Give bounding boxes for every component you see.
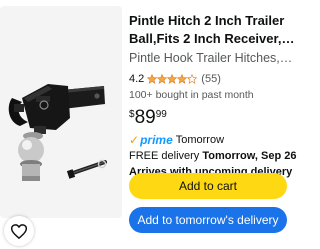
prime-logo: prime: [140, 133, 173, 147]
delivery-info: FREE delivery Tomorrow, Sep 26: [129, 149, 297, 164]
add-to-cart-button[interactable]: Add to cart: [129, 173, 287, 199]
star-icon: [177, 74, 188, 84]
heart-icon: [11, 223, 27, 239]
price-fraction: 99: [155, 109, 167, 120]
product-image: [8, 84, 107, 181]
rating-stars: [147, 74, 198, 84]
prime-check-icon: ✓: [129, 133, 140, 147]
product-image-panel[interactable]: [0, 6, 122, 218]
star-icon: [187, 74, 198, 84]
product-info: Pintle Hitch 2 Inch Trailer Ball,Fits 2 …: [129, 12, 297, 180]
price: $ 89 99: [129, 107, 295, 129]
bought-in-past-month: 100+ bought in past month: [129, 89, 254, 101]
prime-delivery-day: Tomorrow: [175, 134, 225, 146]
product-title-line-2[interactable]: Ball,Fits 2 Inch Receiver, Tow...: [129, 30, 295, 48]
price-whole: 89: [134, 107, 156, 128]
star-icon: [157, 74, 168, 84]
product-title[interactable]: Pintle Hitch 2 Inch Trailer Ball,Fits 2 …: [129, 12, 295, 48]
rating-value: 4.2: [129, 73, 145, 85]
star-icon: [167, 74, 178, 84]
add-to-wishlist-button[interactable]: [4, 216, 34, 246]
star-icon: [147, 74, 158, 84]
product-subtitle[interactable]: Pintle Hook Trailer Hitches, B...: [129, 49, 295, 67]
product-card[interactable]: Pintle Hitch 2 Inch Trailer Ball,Fits 2 …: [0, 0, 299, 249]
rating-row[interactable]: 4.2 (55): [129, 72, 295, 86]
delivery-prefix: FREE delivery: [129, 150, 203, 162]
add-to-tomorrows-delivery-button[interactable]: Add to tomorrow's delivery: [129, 207, 287, 233]
product-title-line-1[interactable]: Pintle Hitch 2 Inch Trailer: [129, 12, 295, 30]
rating-count[interactable]: (55): [201, 73, 221, 85]
prime-badge-row: ✓ prime Tomorrow: [129, 133, 295, 147]
delivery-date: Tomorrow, Sep 26: [202, 150, 297, 162]
